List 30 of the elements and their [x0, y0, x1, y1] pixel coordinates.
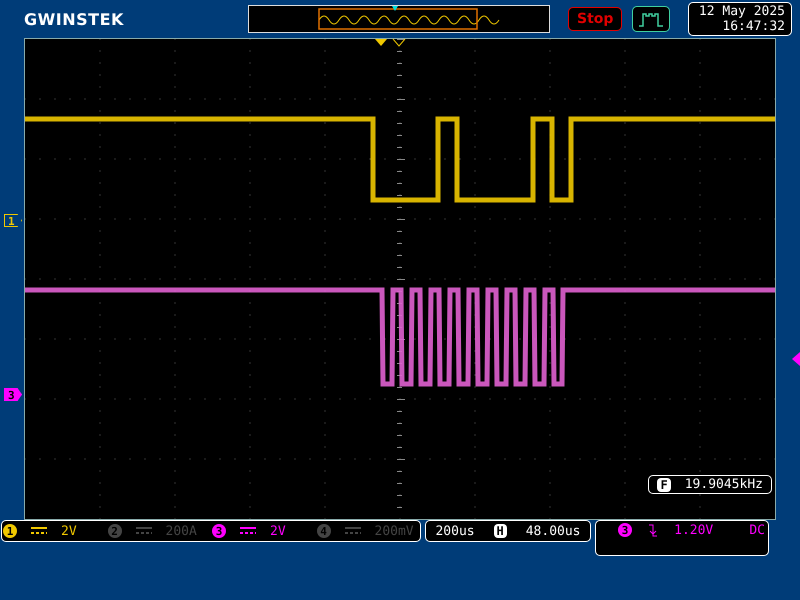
horizontal-badge: H	[494, 524, 507, 538]
channel-marker[interactable]: 3	[4, 388, 22, 401]
dc-coupling-icon	[136, 527, 152, 535]
channel-number[interactable]: 3	[212, 524, 226, 538]
brand-logo: GWINSTEK	[24, 10, 125, 28]
channel-number[interactable]: 1	[3, 524, 17, 538]
horizontal-position: 48.00us	[526, 524, 581, 538]
run-stop-status[interactable]: Stop	[568, 7, 622, 31]
date-text: 12 May 2025	[698, 4, 785, 19]
trigger-level: 1.20V	[674, 523, 714, 538]
channel-scale: 2V	[61, 524, 77, 538]
trigger-source: 3	[618, 523, 632, 537]
dc-coupling-icon	[31, 527, 47, 535]
trigger-level-icon	[792, 352, 800, 366]
frequency-badge: F	[657, 478, 671, 492]
trigger-position-icon	[375, 39, 387, 46]
channel-scale: 200A	[166, 524, 197, 538]
channel-marker[interactable]: 1	[4, 214, 22, 227]
channel-scale: 200mV	[374, 524, 414, 538]
timebase-scale: 200us	[435, 524, 475, 538]
trigger-mode-button[interactable]	[632, 6, 670, 32]
dc-coupling-icon	[240, 527, 256, 535]
dc-coupling-icon	[344, 527, 360, 535]
falling-edge-icon	[648, 523, 658, 537]
horizontal-position-icon	[392, 39, 406, 47]
channel-scale: 2V	[270, 524, 286, 538]
trigger-coupling: DC	[749, 523, 765, 538]
pulse-icon	[638, 11, 664, 27]
frequency-value: 19.9045kHz	[684, 477, 763, 492]
time-text: 16:47:32	[721, 19, 785, 34]
